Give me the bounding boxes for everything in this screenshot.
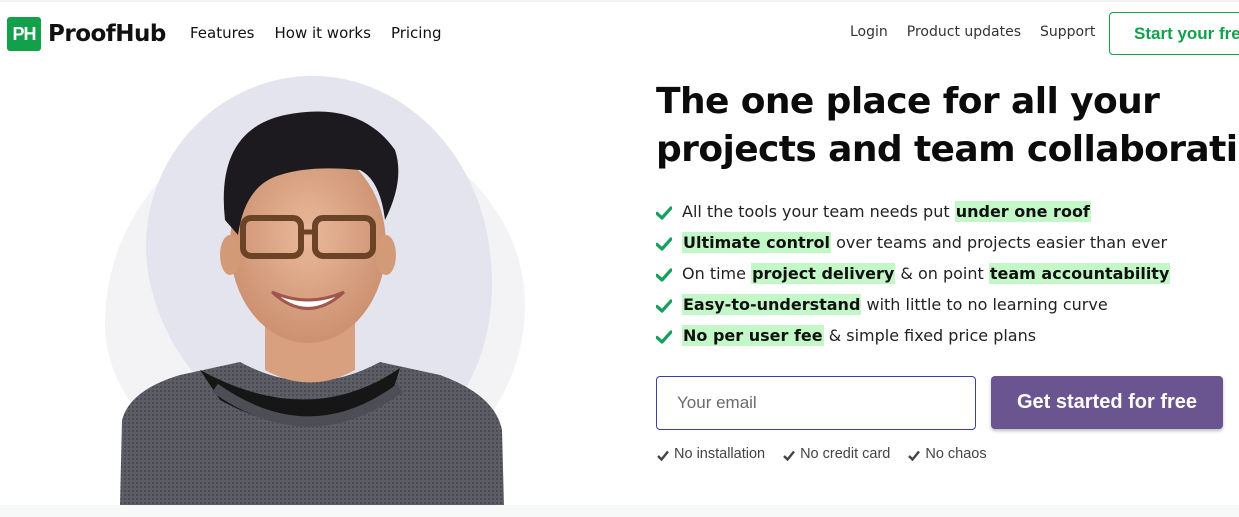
email-input[interactable] xyxy=(656,376,976,430)
person-photo xyxy=(120,111,504,506)
check-icon xyxy=(783,449,796,461)
checkmark-icon xyxy=(655,236,673,251)
hero-headline: The one place for all your projects and … xyxy=(656,78,1239,174)
get-started-button[interactable]: Get started for free xyxy=(991,376,1223,429)
feature-item: Ultimate control over teams and projects… xyxy=(655,227,1170,258)
feature-item: Easy-to-understand with little to no lea… xyxy=(655,289,1170,320)
perk-item: No chaos xyxy=(908,446,987,462)
feature-item: On time project delivery & on point team… xyxy=(655,258,1171,289)
hero-image xyxy=(40,43,580,506)
feature-text: over teams and projects easier than ever xyxy=(831,233,1168,252)
headline-line-1: The one place for all your xyxy=(656,81,1160,122)
headline-line-2: projects and team collaboration xyxy=(656,129,1239,170)
perk-label: No credit card xyxy=(800,446,891,462)
perk-label: No installation xyxy=(674,446,766,462)
check-icon xyxy=(908,449,921,461)
logo-link[interactable]: PH ProofHub xyxy=(7,17,166,51)
logo-icon: PH xyxy=(7,17,41,51)
feature-text: & simple fixed price plans xyxy=(823,326,1037,345)
nav-pricing[interactable]: Pricing xyxy=(391,24,442,42)
nav-how-it-works[interactable]: How it works xyxy=(275,24,371,42)
perk-label: No chaos xyxy=(925,446,987,462)
feature-list: All the tools your team needs put under … xyxy=(655,196,1171,351)
checkmark-icon xyxy=(655,298,673,313)
start-free-trial-button[interactable]: Start your free trial xyxy=(1109,12,1239,55)
feature-item: All the tools your team needs put under … xyxy=(655,196,1170,227)
site-header: PH ProofHub Features How it works Pricin… xyxy=(0,2,1239,64)
feature-highlight: Ultimate control xyxy=(682,232,832,253)
nav-features[interactable]: Features xyxy=(190,24,255,42)
checkmark-icon xyxy=(655,267,673,282)
check-icon xyxy=(657,449,669,461)
feature-text: All the tools your team needs put xyxy=(682,202,955,221)
checkmark-icon xyxy=(655,205,673,220)
nav-product-updates[interactable]: Product updates xyxy=(907,24,1021,40)
nav-login[interactable]: Login xyxy=(850,24,888,40)
perks-list: No installation No credit card No chaos xyxy=(657,446,987,462)
primary-nav: Features How it works Pricing xyxy=(190,24,442,42)
next-section-strip xyxy=(0,505,1239,517)
feature-text: & on point xyxy=(895,264,989,283)
feature-item: No per user fee & simple fixed price pla… xyxy=(655,320,1170,351)
secondary-nav: Login Product updates Support xyxy=(850,24,1095,40)
perk-item: No credit card xyxy=(783,446,890,462)
feature-text: with little to no learning curve xyxy=(861,295,1108,314)
checkmark-icon xyxy=(655,329,673,344)
feature-highlight: No per user fee xyxy=(682,325,824,346)
perk-item: No installation xyxy=(657,446,765,462)
nav-support[interactable]: Support xyxy=(1040,24,1095,40)
logo-text: ProofHub xyxy=(48,21,166,47)
feature-highlight: Easy-to-understand xyxy=(682,294,862,315)
feature-highlight: under one roof xyxy=(954,201,1091,222)
feature-highlight: team accountability xyxy=(988,263,1171,284)
feature-highlight: project delivery xyxy=(751,263,896,284)
feature-text: On time xyxy=(682,264,752,283)
